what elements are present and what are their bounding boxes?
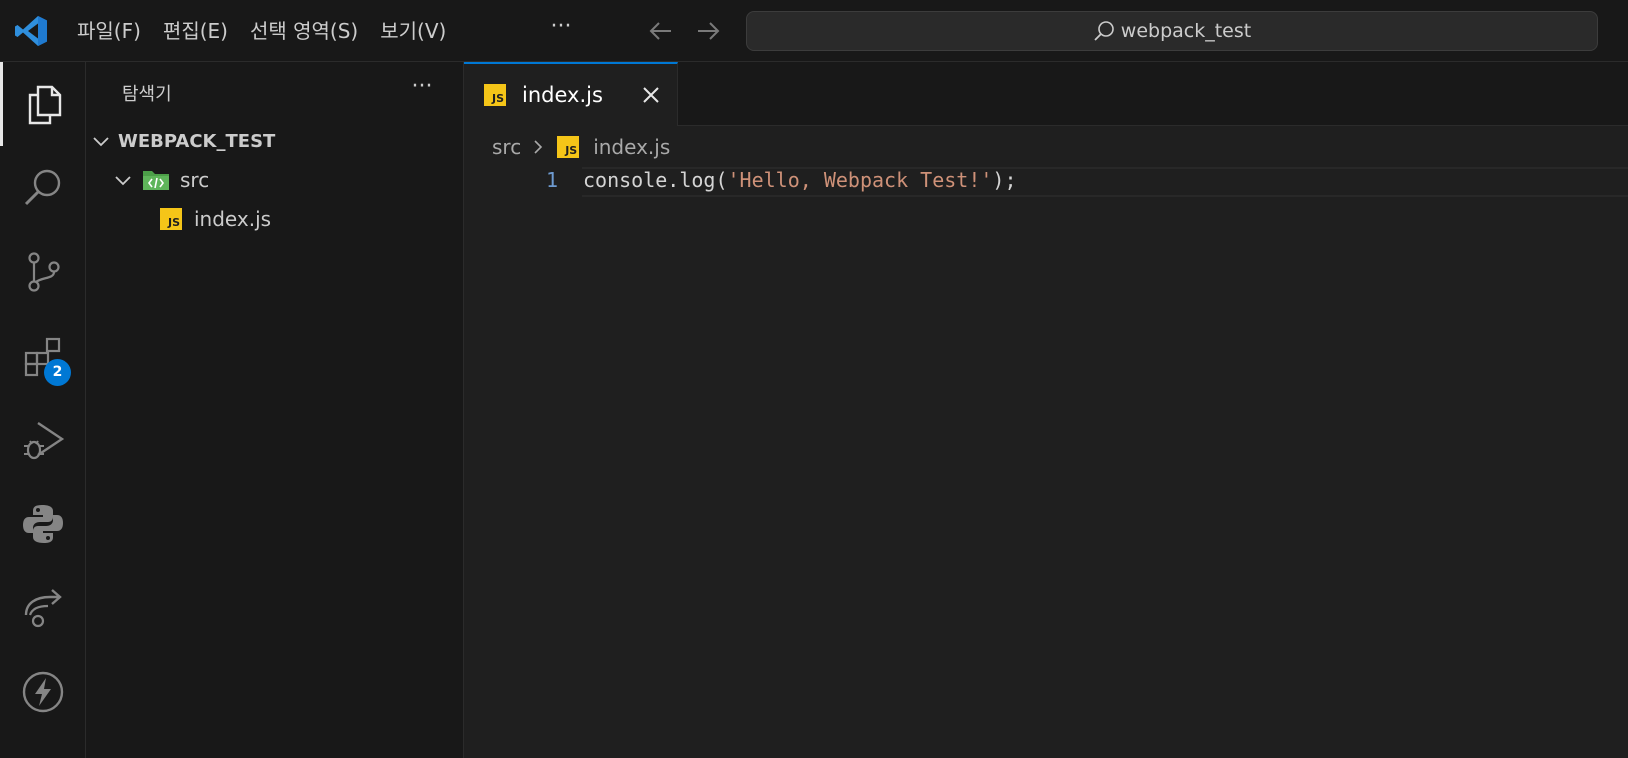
code-suffix: ); [992, 168, 1017, 192]
editor-tab-bar: JS index.js [464, 62, 1628, 126]
tree-file-label: index.js [194, 207, 272, 231]
menu-more-button[interactable]: ··· [542, 12, 580, 48]
command-center-search[interactable]: webpack_test [746, 11, 1598, 51]
vscode-logo-icon[interactable] [14, 14, 48, 48]
close-icon[interactable] [636, 80, 666, 110]
folder-code-icon [143, 171, 169, 190]
forward-arrow-icon[interactable] [693, 16, 723, 46]
code-prefix: console.log( [583, 168, 728, 192]
code-line[interactable]: console.log('Hello, Webpack Test!'); [583, 168, 1017, 192]
menu-edit[interactable]: 편집(E) [152, 13, 239, 49]
search-text: webpack_test [1120, 20, 1252, 42]
breadcrumb-folder[interactable]: src [492, 135, 521, 159]
tree-folder-label: src [180, 168, 210, 192]
explorer-icon[interactable] [0, 62, 86, 146]
run-debug-icon[interactable] [0, 398, 86, 482]
tab-label: index.js [522, 83, 603, 107]
javascript-file-icon: JS [484, 84, 506, 106]
tab-index-js[interactable]: JS index.js [464, 62, 678, 126]
menu-selection[interactable]: 선택 영역(S) [239, 13, 369, 49]
remote-explorer-icon[interactable] [0, 566, 86, 650]
breadcrumb-file[interactable]: index.js [593, 135, 670, 159]
chevron-down-icon [93, 137, 109, 147]
tree-file-index-js[interactable]: JS index.js [86, 199, 464, 239]
thunder-client-icon[interactable] [0, 650, 86, 734]
chevron-right-icon [534, 140, 543, 154]
search-icon[interactable] [0, 146, 86, 230]
menu-file[interactable]: 파일(F) [66, 13, 152, 49]
search-icon [1094, 21, 1114, 41]
javascript-file-icon: JS [160, 208, 182, 230]
breadcrumb: src JS index.js [492, 132, 670, 162]
back-arrow-icon[interactable] [646, 16, 676, 46]
python-icon[interactable] [0, 482, 86, 566]
explorer-sidebar: 탐색기 ··· WEBPACK_TEST src JS index.js [86, 62, 464, 758]
title-bar: 파일(F) 편집(E) 선택 영역(S) 보기(V) ··· webpack_t… [0, 0, 1628, 62]
tree-root-folder[interactable]: WEBPACK_TEST [86, 121, 464, 161]
sidebar-more-button[interactable]: ··· [404, 74, 440, 106]
sidebar-title: 탐색기 [122, 84, 172, 105]
tree-root-label: WEBPACK_TEST [118, 130, 276, 152]
extensions-icon[interactable]: 2 [0, 314, 86, 398]
chevron-down-icon [115, 176, 131, 186]
line-number: 1 [545, 168, 558, 192]
activity-bar: 2 [0, 62, 86, 758]
menu-view[interactable]: 보기(V) [369, 13, 457, 49]
source-control-icon[interactable] [0, 230, 86, 314]
tree-folder-src[interactable]: src [86, 160, 464, 200]
extensions-badge: 2 [44, 359, 71, 386]
menu-bar: 파일(F) 편집(E) 선택 영역(S) 보기(V) [66, 0, 457, 62]
code-string: 'Hello, Webpack Test!' [727, 168, 993, 192]
javascript-file-icon: JS [557, 136, 580, 158]
